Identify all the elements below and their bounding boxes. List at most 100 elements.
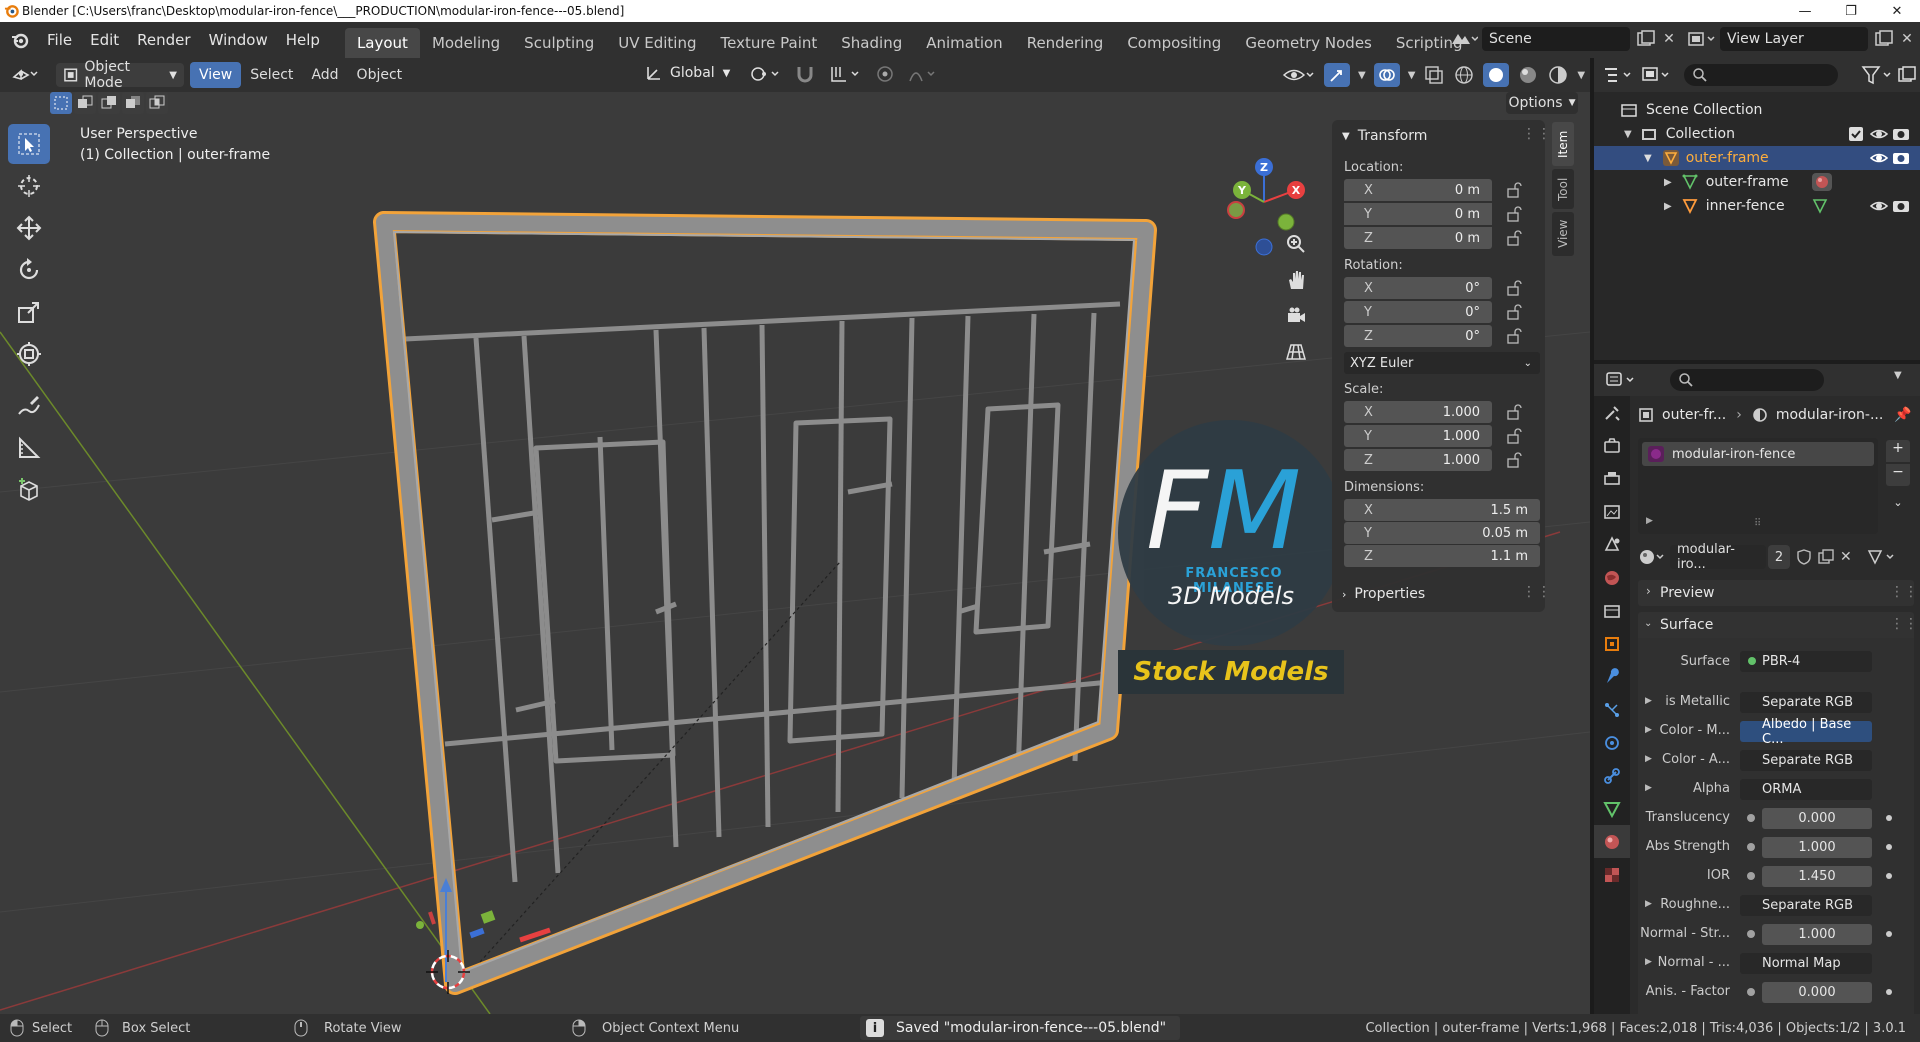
add-slot-button[interactable]: + (1886, 440, 1910, 462)
location-y-field[interactable]: Y 0 m (1344, 203, 1492, 225)
lock-icon[interactable] (1505, 328, 1523, 344)
lock-icon[interactable] (1505, 428, 1523, 444)
expand-arrow-icon[interactable]: ▼ (1624, 129, 1632, 140)
blender-menu-icon[interactable] (10, 30, 30, 50)
zoom-button[interactable] (1280, 226, 1312, 262)
select-invert-button[interactable] (122, 92, 144, 114)
keyframe-dot-icon[interactable] (1886, 989, 1892, 995)
tab-layout[interactable]: Layout (344, 28, 420, 58)
gizmo-toggle[interactable] (1324, 63, 1350, 87)
snap-increment-icon[interactable] (828, 63, 862, 85)
menu-render[interactable]: Render (128, 22, 199, 58)
socket-icon[interactable] (1747, 930, 1755, 938)
expand-arrow-icon[interactable]: ▶ (1646, 516, 1653, 526)
chevron-down-icon[interactable]: ▼ (1894, 370, 1902, 381)
socket-icon[interactable] (1747, 988, 1755, 996)
menu-object[interactable]: Object (348, 62, 412, 88)
tab-uv-editing[interactable]: UV Editing (606, 28, 708, 58)
shader-input-field[interactable]: 1.450 (1762, 866, 1872, 887)
camera-view-button[interactable] (1280, 298, 1312, 334)
resize-handle-icon[interactable]: ⠿ (1754, 518, 1762, 529)
menu-help[interactable]: Help (277, 22, 329, 58)
add-cube-tool[interactable] (8, 470, 50, 510)
tab-item[interactable]: Item (1552, 122, 1574, 166)
visibility-eye-icon[interactable] (1282, 64, 1316, 86)
snap-magnet-icon[interactable] (794, 63, 816, 85)
drag-handle-icon[interactable]: ⋮⋮ (1522, 584, 1552, 600)
move-tool[interactable] (8, 208, 50, 248)
outliner-item-outer-frame[interactable]: ▼ outer-frame (1594, 146, 1920, 170)
surface-panel-header[interactable]: ⌄ Surface ⋮⋮ (1638, 612, 1918, 638)
rotation-mode-dropdown[interactable]: XYZ Euler ⌄ (1344, 352, 1540, 374)
mesh-data-icon[interactable] (1812, 198, 1828, 214)
properties-search-input[interactable] (1670, 369, 1824, 391)
expand-arrow-icon[interactable]: ▼ (1644, 153, 1652, 164)
menu-select[interactable]: Select (241, 62, 302, 88)
shader-input-field[interactable]: Separate RGB (1740, 750, 1872, 771)
link-data-icon[interactable] (1866, 547, 1898, 567)
rotation-y-field[interactable]: Y 0° (1344, 301, 1492, 323)
properties-panel-header[interactable]: › Properties (1342, 586, 1425, 602)
dimensions-y-field[interactable]: Y 0.05 m (1344, 522, 1540, 544)
tab-geometry-nodes[interactable]: Geometry Nodes (1233, 28, 1384, 58)
socket-icon[interactable] (1747, 843, 1755, 851)
editor-type-selector[interactable] (10, 63, 40, 85)
scene-name-field[interactable]: Scene (1482, 27, 1630, 51)
properties-editor-type-icon[interactable] (1604, 369, 1638, 391)
menu-view[interactable]: View (190, 62, 242, 88)
proportional-editing-icon[interactable] (874, 63, 896, 85)
annotate-tool[interactable] (8, 386, 50, 426)
keyframe-dot-icon[interactable] (1886, 844, 1892, 850)
measure-tool[interactable] (8, 428, 50, 468)
pivot-point-icon[interactable] (748, 63, 782, 85)
socket-icon[interactable] (1747, 814, 1755, 822)
render-camera-icon[interactable] (1892, 198, 1910, 214)
lock-icon[interactable] (1505, 206, 1523, 222)
outliner-collection-row[interactable]: ▼ Collection (1594, 122, 1920, 146)
keyframe-dot-icon[interactable] (1886, 931, 1892, 937)
dimensions-x-field[interactable]: X 1.5 m (1344, 499, 1540, 521)
delete-view-layer-icon[interactable]: ✕ (1896, 31, 1918, 47)
filter-icon[interactable] (1860, 64, 1894, 86)
chevron-down-icon[interactable]: ▼ (1577, 70, 1585, 81)
lock-icon[interactable] (1505, 404, 1523, 420)
new-collection-icon[interactable] (1896, 64, 1918, 86)
ortho-toggle-button[interactable] (1280, 334, 1312, 370)
location-z-field[interactable]: Z 0 m (1344, 227, 1492, 249)
menu-file[interactable]: File (38, 22, 81, 58)
select-subtract-button[interactable] (98, 92, 120, 114)
select-new-button[interactable] (50, 92, 72, 114)
minimize-button[interactable]: — (1782, 0, 1828, 22)
new-view-layer-icon[interactable] (1872, 29, 1896, 49)
lock-icon[interactable] (1505, 182, 1523, 198)
shader-input-field[interactable]: 0.000 (1762, 982, 1872, 1003)
unlink-material-icon[interactable]: ✕ (1840, 549, 1852, 565)
render-camera-icon[interactable] (1892, 126, 1910, 142)
keyframe-dot-icon[interactable] (1886, 815, 1892, 821)
solid-shading-toggle[interactable] (1483, 63, 1510, 87)
expand-arrow-icon[interactable]: ▶ (1664, 177, 1672, 188)
scale-y-field[interactable]: Y 1.000 (1344, 425, 1492, 447)
tab-animation[interactable]: Animation (914, 28, 1014, 58)
drag-handle-icon[interactable]: ⋮⋮ (1522, 126, 1552, 142)
menu-add[interactable]: Add (302, 62, 347, 88)
tab-render[interactable] (1594, 429, 1630, 462)
location-x-field[interactable]: X 0 m (1344, 179, 1492, 201)
maximize-button[interactable]: ❐ (1828, 0, 1874, 22)
status-report-message[interactable]: i Saved "modular-iron-fence---05.blend" (860, 1016, 1181, 1040)
shader-input-field[interactable]: Separate RGB (1740, 895, 1872, 916)
gizmo-neg-x[interactable] (1227, 201, 1245, 219)
tab-world[interactable] (1594, 561, 1630, 594)
shader-input-field[interactable]: 0.000 (1762, 808, 1872, 829)
menu-window[interactable]: Window (200, 22, 277, 58)
xray-toggle-icon[interactable] (1423, 64, 1445, 86)
gizmo-neg-z[interactable] (1255, 238, 1273, 256)
tab-view-layer[interactable] (1594, 495, 1630, 528)
material-slot-item[interactable]: modular-iron-fence (1642, 442, 1874, 466)
shader-input-field[interactable]: Separate RGB (1740, 692, 1872, 713)
outliner-editor-type-icon[interactable] (1602, 64, 1634, 86)
drag-handle-icon[interactable]: ⋮⋮ (1890, 616, 1918, 632)
shader-input-field[interactable]: Normal Map (1740, 953, 1872, 974)
object-mode-dropdown[interactable]: Object Mode ▼ (56, 59, 184, 91)
cursor-tool[interactable] (8, 166, 50, 206)
